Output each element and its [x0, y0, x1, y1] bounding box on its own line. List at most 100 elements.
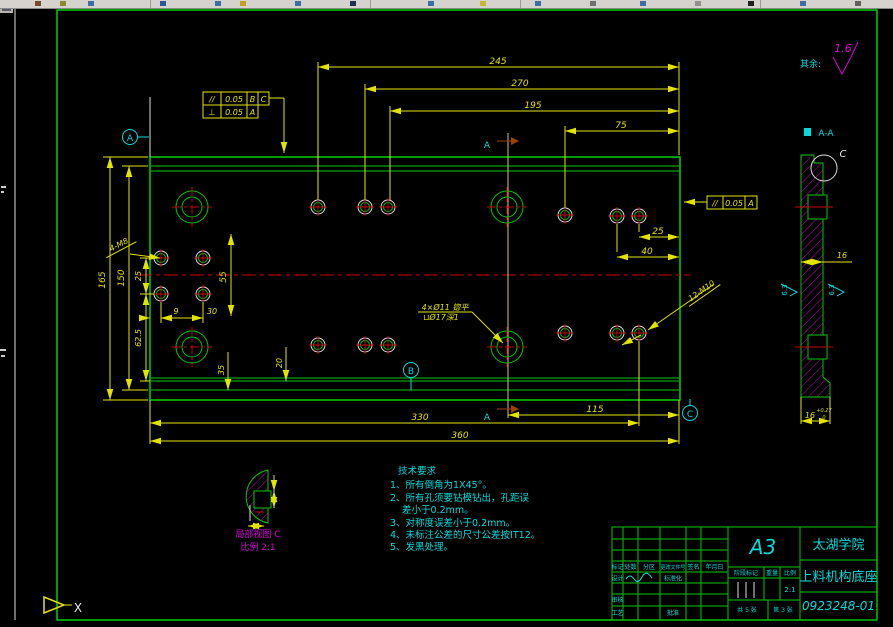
dim-20: 20 — [275, 358, 284, 368]
dim-25-left: 25 — [134, 271, 143, 281]
svg-text:重量: 重量 — [766, 569, 778, 577]
toolbar-icon-fragment[interactable] — [695, 1, 701, 6]
leader-cbore-line1: 4×Ø11 锪平 — [422, 302, 470, 312]
toolbar-icon-fragment[interactable] — [480, 1, 486, 6]
tapped-hole-m8 — [152, 249, 170, 267]
toolbar[interactable] — [0, 0, 893, 9]
svg-text:0.05: 0.05 — [225, 95, 243, 104]
svg-text:5、发黑处理。: 5、发黑处理。 — [390, 541, 453, 553]
tapped-hole-m10 — [556, 206, 574, 224]
ucs-x-label: X — [74, 601, 82, 615]
svg-text://: // — [711, 199, 719, 208]
toolbar-icon-fragment[interactable] — [295, 1, 301, 6]
detail-view-title: 局部视图 C — [235, 528, 280, 540]
side-view-title: A-A — [818, 129, 834, 139]
toolbar-icon-fragment[interactable] — [640, 1, 646, 6]
svg-text:2、所有孔须要钻模钻出，孔距误: 2、所有孔须要钻模钻出，孔距误 — [390, 492, 530, 504]
dim-40: 40 — [641, 247, 653, 257]
counterbore-hole — [487, 187, 527, 227]
cad-window: A A 245 270 195 75 25 40 165 150 25 62.5… — [0, 0, 893, 627]
tapped-hole-m10 — [608, 207, 626, 225]
toolbar-icon-fragment[interactable] — [160, 1, 166, 6]
toolbar-icon-fragment[interactable] — [60, 1, 66, 6]
counterbore-hole — [172, 187, 212, 227]
toolbar-icon-fragment[interactable] — [240, 1, 246, 6]
section-title-square — [804, 128, 811, 136]
ucs-icon: X — [43, 595, 82, 615]
tapped-hole-m10 — [379, 336, 397, 354]
tapped-hole-m10 — [356, 198, 374, 216]
tapped-hole-m10 — [630, 207, 648, 225]
toolbar-icon-fragment[interactable] — [88, 1, 94, 6]
svg-text://: // — [208, 95, 216, 104]
toolbar-icon-fragment[interactable] — [428, 1, 434, 6]
dim-25-right: 25 — [652, 227, 664, 237]
svg-text:B: B — [408, 367, 414, 377]
toolbar-icon-fragment[interactable] — [215, 1, 221, 6]
svg-text:比例: 比例 — [784, 569, 796, 577]
dim-360: 360 — [451, 431, 468, 441]
side-view: A-A C 16 16 +0.27 0 6.3 6.3 — [780, 128, 852, 425]
dimensions: 245 270 195 75 25 40 165 150 25 62.5 55 … — [98, 57, 680, 445]
dim-30: 30 — [207, 307, 217, 316]
svg-text:0.05: 0.05 — [725, 199, 743, 208]
dim-side-16: 16 — [837, 251, 847, 260]
section-body — [800, 154, 831, 398]
dim-base-tol-dn: 0 — [822, 415, 825, 421]
svg-text:标准化: 标准化 — [664, 575, 682, 583]
tapped-hole-m10 — [309, 198, 327, 216]
toolbar-icon-fragment[interactable] — [590, 1, 596, 6]
dim-150: 150 — [117, 269, 127, 286]
toolbar-separator — [760, 0, 761, 8]
svg-text:0.05: 0.05 — [225, 108, 243, 117]
dim-9: 9 — [173, 307, 178, 316]
dim-base-tol-up: +0.27 — [816, 408, 832, 414]
tech-requirements: 技术要求 1、所有倒角为1X45°。 2、所有孔须要钻模钻出，孔距误 差小于0.… — [390, 465, 540, 553]
svg-text:A: A — [747, 199, 753, 208]
svg-text:B: B — [250, 95, 256, 104]
toolbar-icon-fragment[interactable] — [855, 1, 861, 6]
datum-c: C — [682, 399, 698, 421]
datum-b: B — [403, 362, 419, 390]
tapped-hole-m8 — [194, 249, 212, 267]
drawing-canvas[interactable]: A A 245 270 195 75 25 40 165 150 25 62.5… — [0, 0, 893, 627]
tapped-hole-m8 — [152, 285, 170, 303]
svg-text:1、所有倒角为1X45°。: 1、所有倒角为1X45°。 — [390, 479, 492, 491]
leaders: 4-M8 4×Ø11 锪平 ⊔Ø17深1 12-M10 — [106, 236, 721, 346]
svg-text:处数: 处数 — [624, 563, 636, 571]
signature-scribble — [625, 572, 653, 583]
svg-text:A: A — [249, 108, 255, 117]
paper-size: A3 — [748, 535, 776, 559]
svg-text:分区: 分区 — [643, 563, 655, 571]
svg-text:C: C — [687, 410, 693, 420]
svg-text:标记: 标记 — [611, 563, 623, 571]
surface-finish-note: 其余: 1.6 — [800, 41, 859, 76]
toolbar-icon-fragment[interactable] — [350, 1, 356, 6]
school-name: 太湖学院 — [812, 537, 864, 553]
toolbar-icon-fragment[interactable] — [800, 1, 806, 6]
svg-text:⊥: ⊥ — [209, 108, 216, 117]
datum-a: A — [122, 129, 149, 145]
detail-view-scale: 比例 2:1 — [240, 541, 275, 553]
surface-note-value: 1.6 — [834, 42, 852, 55]
dim-245: 245 — [489, 57, 506, 67]
sheet-total: 共 5 张 — [737, 606, 757, 614]
roughness-mark: 6.3 — [827, 283, 846, 297]
tapped-hole-m10 — [379, 198, 397, 216]
toolbar-icon-fragment[interactable] — [748, 1, 754, 6]
svg-text:签名: 签名 — [687, 563, 699, 571]
toolbar-icon-fragment[interactable] — [35, 1, 41, 6]
part-name: 上料机构底座 — [799, 569, 877, 585]
dim-75: 75 — [615, 121, 627, 131]
section-label-top: A — [484, 141, 491, 151]
roughness-mark: 6.3 — [780, 283, 799, 297]
counterbore-hole — [172, 327, 212, 367]
toolbar-separator — [370, 0, 371, 8]
svg-text:更改文件号: 更改文件号 — [660, 564, 685, 571]
detail-letter: C — [840, 149, 847, 160]
scale-value: 2:1 — [784, 586, 795, 594]
surface-note-label: 其余: — [800, 58, 821, 70]
svg-text:工艺: 工艺 — [611, 609, 623, 617]
toolbar-icon-fragment[interactable] — [535, 1, 541, 6]
tapped-hole-m10 — [309, 336, 327, 354]
